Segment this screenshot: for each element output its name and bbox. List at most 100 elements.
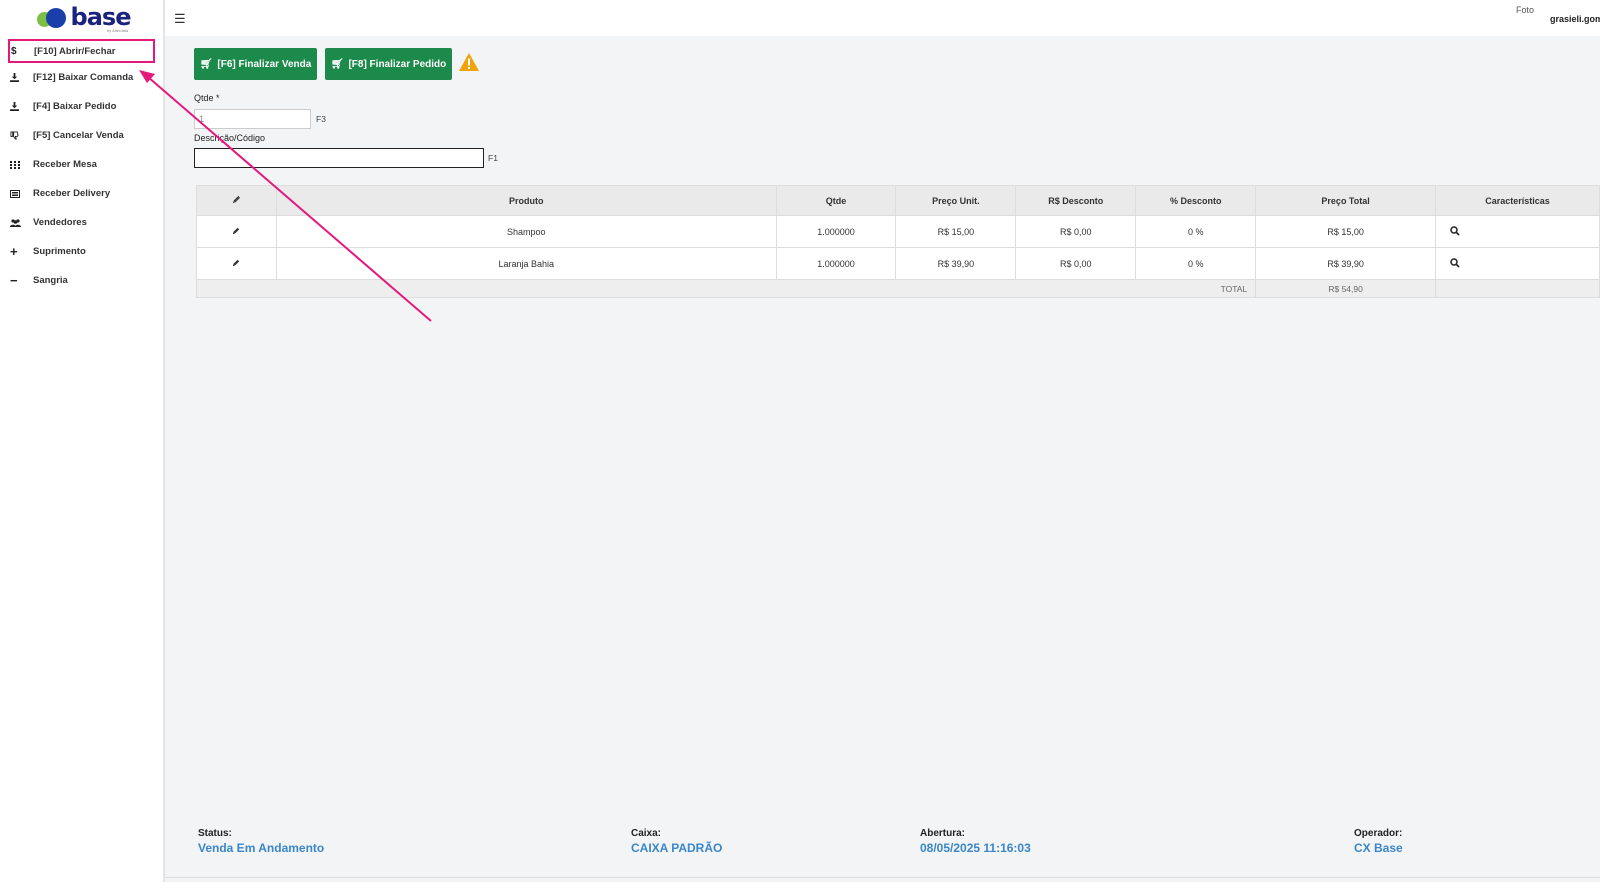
cell-caracteristicas[interactable] bbox=[1435, 247, 1600, 280]
sidebar-item-label: Receber Mesa bbox=[33, 159, 97, 170]
pencil-icon bbox=[232, 195, 241, 204]
sidebar-item-label: [F5] Cancelar Venda bbox=[33, 130, 124, 141]
qtde-label: Qtde * bbox=[194, 93, 220, 103]
edit-item-cell[interactable] bbox=[196, 215, 277, 248]
caixa-block: Caixa: CAIXA PADRÃO bbox=[631, 828, 722, 855]
thumbs-down-icon bbox=[10, 131, 33, 140]
cell-caracteristicas[interactable] bbox=[1435, 215, 1600, 248]
brand-logo[interactable]: base bbox=[0, 0, 163, 36]
sidebar-item-cancelar-venda[interactable]: [F5] Cancelar Venda bbox=[0, 121, 163, 150]
status-block: Status: Venda Em Andamento bbox=[198, 828, 324, 855]
sidebar: base by Alterdata $ [F10] Abrir/Fechar [… bbox=[0, 0, 165, 882]
cart-icon: 🛒︎ bbox=[199, 58, 213, 70]
table-row: Shampoo 1.000000 R$ 15,00 R$ 0,00 0 % R$… bbox=[196, 215, 1600, 248]
finalizar-venda-button[interactable]: 🛒︎ [F6] Finalizar Venda bbox=[194, 48, 317, 80]
descricao-input[interactable] bbox=[194, 148, 484, 168]
status-label: Status: bbox=[198, 828, 232, 839]
abertura-block: Abertura: 08/05/2025 11:16:03 bbox=[920, 828, 1031, 855]
sidebar-item-abrir-fechar[interactable]: $ [F10] Abrir/Fechar bbox=[8, 39, 155, 63]
sidebar-item-label: [F4] Baixar Pedido bbox=[33, 101, 117, 112]
operador-label: Operador: bbox=[1354, 828, 1403, 839]
plus-icon: + bbox=[10, 244, 18, 259]
total-label: TOTAL bbox=[195, 279, 1257, 298]
list-icon bbox=[10, 189, 33, 198]
sidebar-menu: $ [F10] Abrir/Fechar [F12] Baixar Comand… bbox=[0, 39, 163, 295]
sidebar-item-receber-mesa[interactable]: Receber Mesa bbox=[0, 150, 163, 179]
sidebar-item-receber-delivery[interactable]: Receber Delivery bbox=[0, 179, 163, 208]
status-value: Venda Em Andamento bbox=[198, 841, 325, 855]
total-value: R$ 54,90 bbox=[1255, 279, 1437, 298]
header-preco-unit[interactable]: Preço Unit. bbox=[895, 185, 1017, 216]
cell-desconto-rs: R$ 0,00 bbox=[1015, 247, 1137, 280]
abertura-value: 08/05/2025 11:16:03 bbox=[920, 841, 1031, 855]
finalizar-pedido-button[interactable]: 🛒︎ [F8] Finalizar Pedido bbox=[325, 48, 452, 80]
descricao-shortcut: F1 bbox=[488, 153, 498, 163]
sidebar-item-label: Receber Delivery bbox=[33, 188, 111, 199]
brand-name: base bbox=[70, 3, 132, 31]
edit-icon[interactable] bbox=[232, 227, 240, 235]
users-icon bbox=[10, 218, 33, 227]
brand-sub: by Alterdata bbox=[107, 28, 129, 33]
sidebar-item-baixar-comanda[interactable]: [F12] Baixar Comanda bbox=[0, 63, 163, 92]
qtde-input[interactable]: 1 bbox=[194, 109, 311, 129]
cell-preco-unit: R$ 39,90 bbox=[895, 247, 1017, 280]
user-name[interactable]: grasieli.gomes bbox=[1550, 14, 1600, 24]
sidebar-item-vendedores[interactable]: Vendedores bbox=[0, 208, 163, 237]
download-icon bbox=[10, 102, 33, 111]
header-desconto-pct[interactable]: % Desconto bbox=[1135, 185, 1257, 216]
cell-preco-total: R$ 39,90 bbox=[1255, 247, 1437, 280]
sidebar-item-label: Suprimento bbox=[33, 246, 86, 257]
cell-desconto-rs: R$ 0,00 bbox=[1015, 215, 1137, 248]
search-icon[interactable] bbox=[1450, 225, 1460, 236]
cell-desconto-pct: 0 % bbox=[1135, 247, 1257, 280]
qtde-shortcut: F3 bbox=[316, 114, 326, 124]
caixa-value: CAIXA PADRÃO bbox=[631, 841, 723, 855]
sidebar-item-sangria[interactable]: − Sangria bbox=[0, 266, 163, 295]
cell-qtde: 1.000000 bbox=[775, 215, 897, 248]
cart-icon: 🛒︎ bbox=[330, 58, 344, 70]
logo-icon bbox=[36, 7, 69, 29]
edit-icon[interactable] bbox=[232, 259, 240, 267]
header-qtde[interactable]: Qtde bbox=[775, 185, 897, 216]
items-table: Produto Qtde Preço Unit. R$ Desconto % D… bbox=[195, 185, 1600, 298]
cell-qtde: 1.000000 bbox=[775, 247, 897, 280]
edit-item-cell[interactable] bbox=[196, 247, 277, 280]
user-avatar[interactable]: Foto bbox=[1516, 6, 1534, 15]
cell-produto: Shampoo bbox=[275, 215, 777, 248]
operador-block: Operador: CX Base bbox=[1354, 828, 1403, 855]
operador-value: CX Base bbox=[1354, 841, 1403, 855]
sidebar-item-label: Vendedores bbox=[33, 217, 87, 228]
minus-icon: − bbox=[10, 273, 18, 288]
cell-produto: Laranja Bahia bbox=[275, 247, 777, 280]
total-empty-cell bbox=[1435, 279, 1600, 298]
header-preco-total[interactable]: Preço Total bbox=[1255, 185, 1437, 216]
sidebar-item-label: Sangria bbox=[33, 275, 68, 286]
grid-icon bbox=[10, 160, 33, 169]
descricao-label: Descrição/Código bbox=[194, 133, 266, 143]
abertura-label: Abertura: bbox=[920, 828, 966, 839]
sidebar-item-label: [F10] Abrir/Fechar bbox=[34, 45, 116, 57]
table-total-row: TOTAL R$ 54,90 bbox=[195, 279, 1600, 298]
header-caracteristicas[interactable]: Características bbox=[1435, 185, 1600, 216]
header-desconto-rs[interactable]: R$ Desconto bbox=[1015, 185, 1137, 216]
caixa-label: Caixa: bbox=[631, 828, 662, 839]
cell-preco-total: R$ 15,00 bbox=[1255, 215, 1437, 248]
cell-preco-unit: R$ 15,00 bbox=[895, 215, 1017, 248]
topbar: ☰ Foto grasieli.gomes bbox=[165, 0, 1600, 36]
footer-divider bbox=[165, 877, 1600, 878]
edit-column-header bbox=[196, 185, 277, 216]
download-icon bbox=[10, 73, 33, 82]
search-icon[interactable] bbox=[1450, 257, 1460, 268]
hamburger-menu-icon[interactable]: ☰ bbox=[174, 11, 186, 27]
dollar-icon: $ bbox=[11, 45, 17, 57]
header-produto[interactable]: Produto bbox=[275, 185, 777, 216]
sidebar-item-baixar-pedido[interactable]: [F4] Baixar Pedido bbox=[0, 92, 163, 121]
button-label: [F6] Finalizar Venda bbox=[217, 58, 312, 70]
table-row: Laranja Bahia 1.000000 R$ 39,90 R$ 0,00 … bbox=[196, 247, 1600, 280]
warning-icon[interactable] bbox=[458, 52, 480, 72]
table-header-row: Produto Qtde Preço Unit. R$ Desconto % D… bbox=[196, 185, 1600, 216]
button-label: [F8] Finalizar Pedido bbox=[348, 58, 447, 70]
cell-desconto-pct: 0 % bbox=[1135, 215, 1257, 248]
sidebar-item-label: [F12] Baixar Comanda bbox=[33, 72, 134, 83]
sidebar-item-suprimento[interactable]: + Suprimento bbox=[0, 237, 163, 266]
